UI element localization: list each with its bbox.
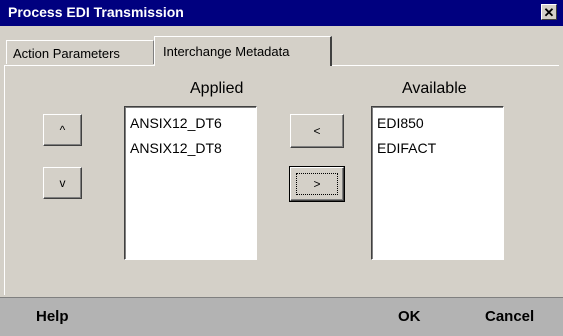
dialog-window: Process EDI Transmission ✕ Action Parame… xyxy=(0,0,563,336)
close-icon[interactable]: ✕ xyxy=(541,4,557,20)
list-item[interactable]: ANSIX12_DT8 xyxy=(130,140,222,156)
help-button[interactable]: Help xyxy=(36,308,69,325)
tab-action-parameters[interactable]: Action Parameters xyxy=(6,40,154,64)
ok-button[interactable]: OK xyxy=(398,308,421,325)
list-item[interactable]: EDI850 xyxy=(377,115,424,131)
add-to-applied-button[interactable]: < xyxy=(290,114,344,148)
applied-list[interactable]: ANSIX12_DT6 ANSIX12_DT8 xyxy=(124,106,257,260)
list-item[interactable]: EDIFACT xyxy=(377,140,436,156)
move-up-button[interactable]: ^ xyxy=(43,114,82,146)
title-bar: Process EDI Transmission ✕ xyxy=(0,0,563,26)
footer-bar: Help OK Cancel xyxy=(0,297,563,336)
cancel-button[interactable]: Cancel xyxy=(485,308,534,325)
focus-ring xyxy=(296,173,338,195)
window-title: Process EDI Transmission xyxy=(8,4,184,20)
remove-from-applied-button[interactable]: > xyxy=(289,166,345,202)
move-down-button[interactable]: v xyxy=(43,167,82,199)
available-header: Available xyxy=(402,80,467,97)
applied-header: Applied xyxy=(190,80,244,97)
tab-interchange-metadata[interactable]: Interchange Metadata xyxy=(154,36,332,66)
available-list[interactable]: EDI850 EDIFACT xyxy=(371,106,504,260)
list-item[interactable]: ANSIX12_DT6 xyxy=(130,115,222,131)
